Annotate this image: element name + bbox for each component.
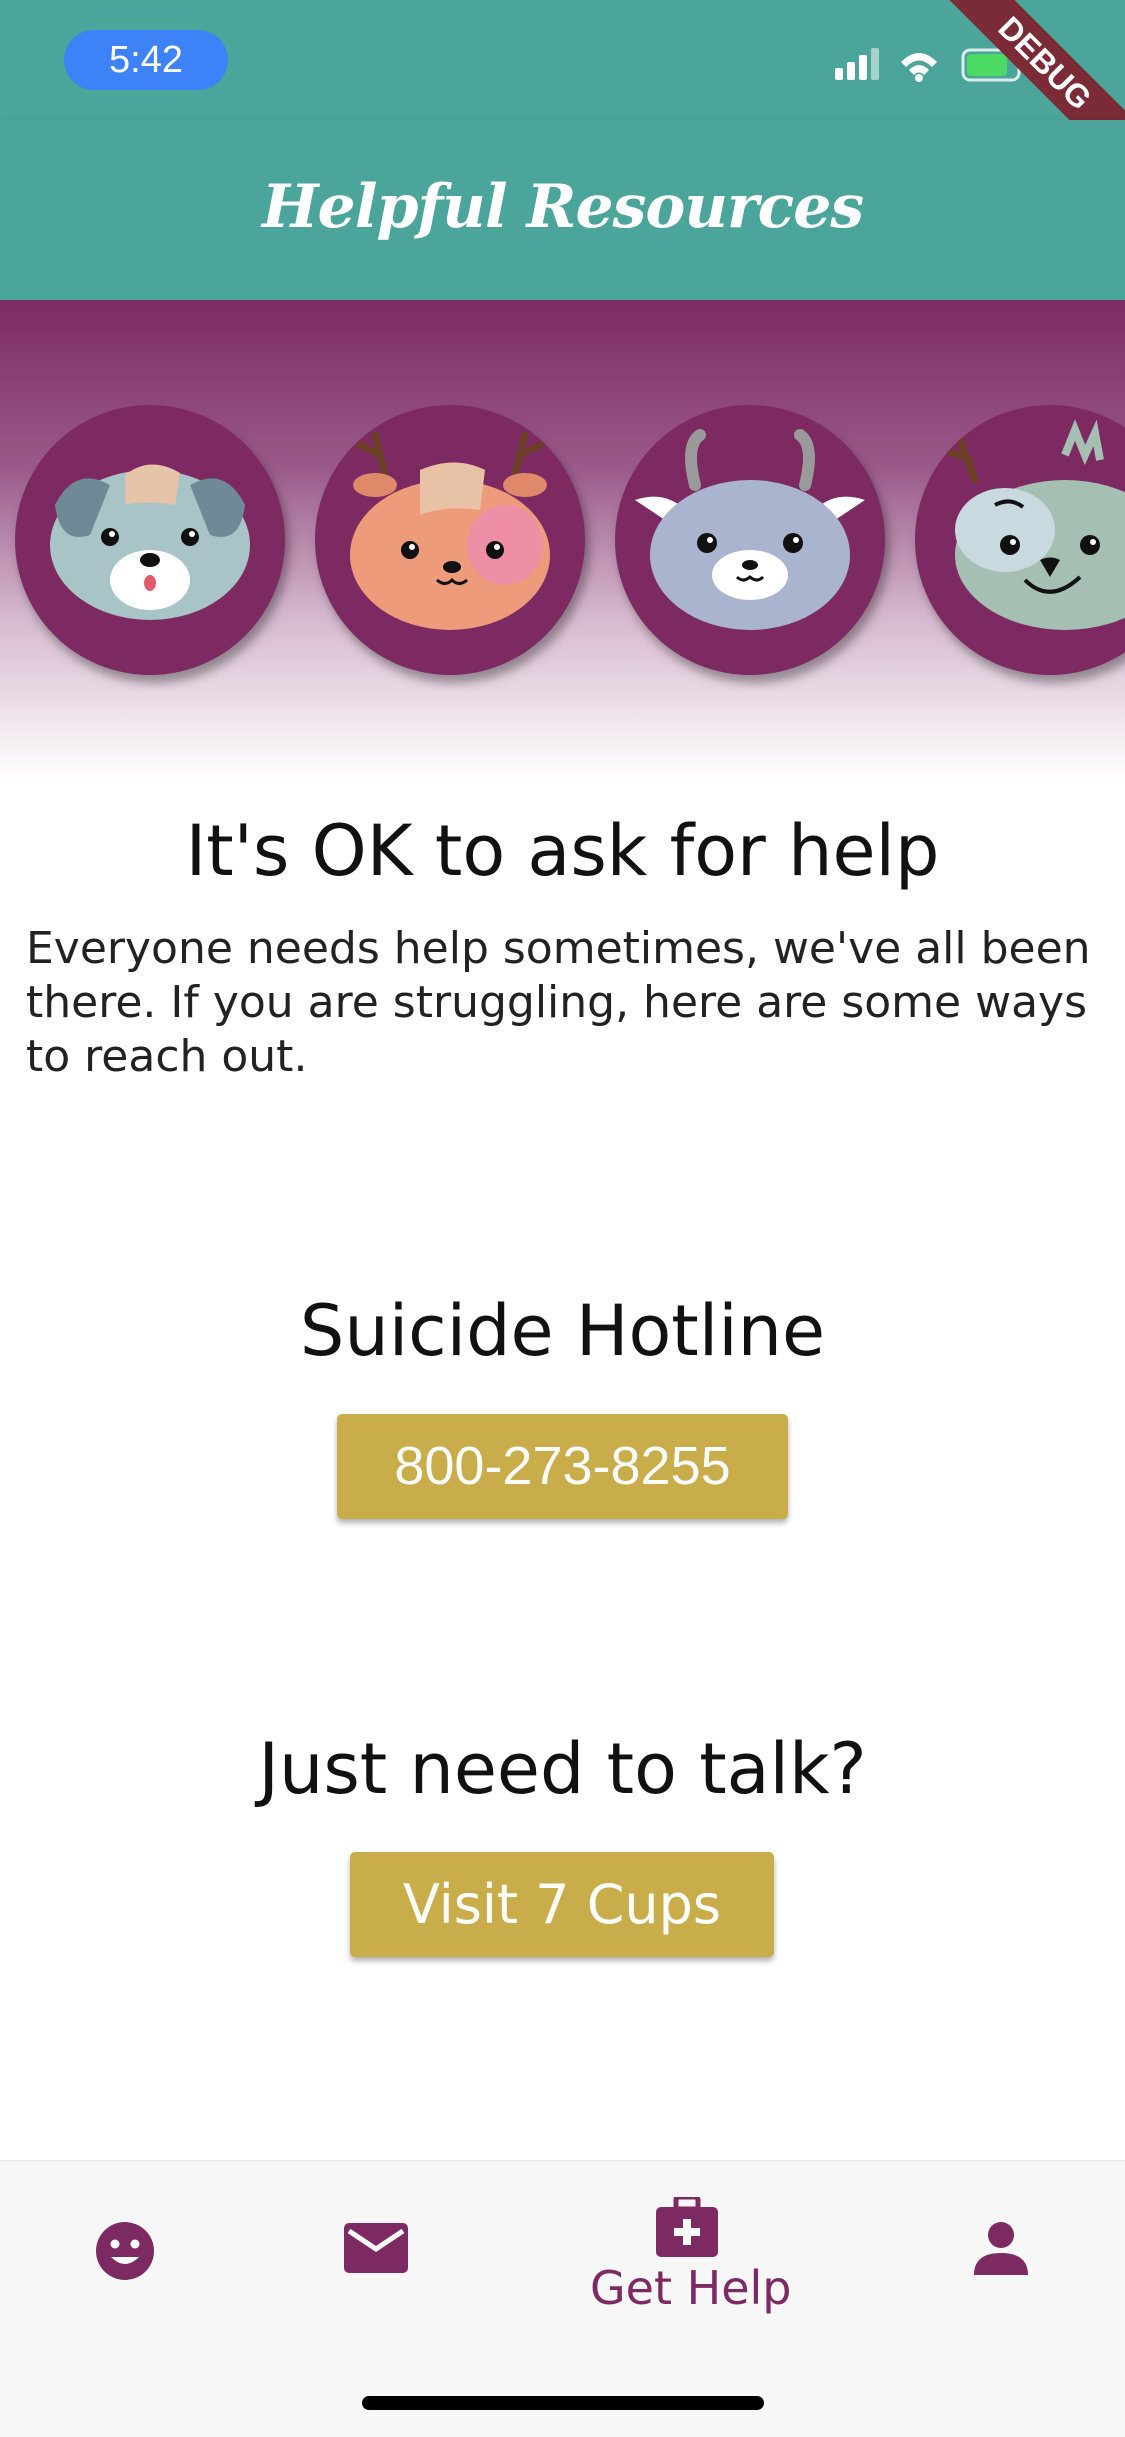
avatar-deer[interactable]: [315, 405, 585, 675]
avatar-goat[interactable]: [615, 405, 885, 675]
page-title: Helpful Resources: [261, 172, 864, 242]
avatar-moose[interactable]: [915, 405, 1125, 675]
goat-avatar-icon: [635, 429, 865, 630]
avatar-carousel[interactable]: [0, 300, 1125, 780]
mail-icon: [344, 2223, 408, 2273]
puppy-avatar-icon: [50, 464, 250, 620]
nav-label-get-help[interactable]: Get Help: [590, 2261, 791, 2315]
nav-item-get-help[interactable]: [656, 2194, 718, 2261]
visit-7cups-button[interactable]: Visit 7 Cups: [350, 1852, 774, 1957]
talk-title: Just need to talk?: [258, 1728, 867, 1810]
avatar-puppy[interactable]: [15, 405, 285, 675]
hotline-title: Suicide Hotline: [299, 1290, 826, 1372]
deer-avatar-icon: [350, 431, 550, 630]
intro-body: Everyone needs help sometimes, we've all…: [26, 923, 1091, 1082]
intro-section: It's OK to ask for help Everyone needs h…: [0, 810, 1125, 1082]
moose-avatar-icon: [941, 419, 1125, 630]
home-indicator[interactable]: [362, 2396, 764, 2410]
smiley-face-icon: [96, 2222, 154, 2280]
nav-item-mood[interactable]: [95, 2221, 155, 2285]
nav-item-messages[interactable]: [344, 2223, 408, 2277]
nav-item-profile[interactable]: [974, 2221, 1028, 2279]
medical-kit-icon: [656, 2194, 718, 2257]
intro-heading: It's OK to ask for help: [185, 810, 940, 892]
status-bar: 5:42: [0, 0, 1125, 120]
hotline-call-button[interactable]: 800-273-8255: [337, 1414, 788, 1519]
status-time: 5:42: [64, 30, 228, 90]
app-bar: Helpful Resources: [0, 120, 1125, 300]
person-icon: [974, 2222, 1028, 2275]
